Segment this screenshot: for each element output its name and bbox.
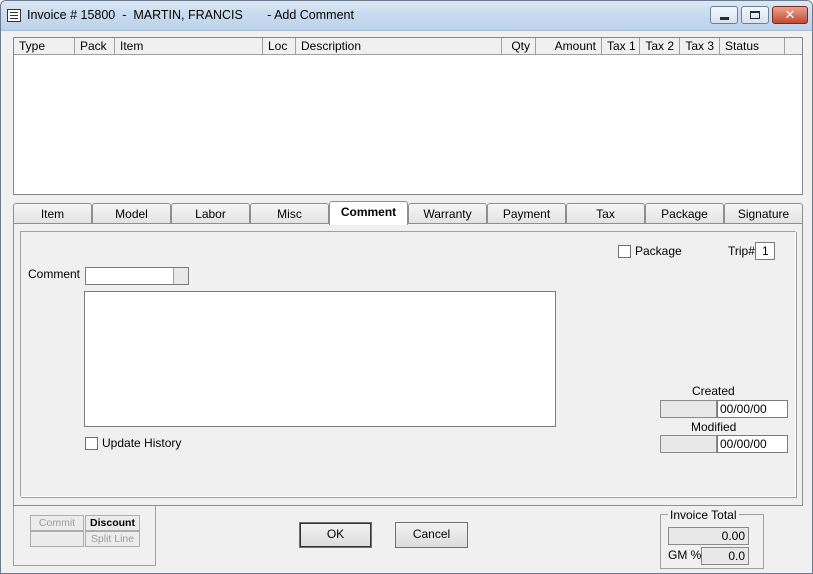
title-bar[interactable]: Invoice # 15800 - MARTIN, FRANCIS - Add … [1,1,812,31]
tab-item[interactable]: Item [13,203,92,224]
trip-number-field[interactable]: 1 [755,242,775,260]
comment-text-area[interactable] [84,291,556,427]
app-icon[interactable] [7,9,21,22]
column-header-tax1[interactable]: Tax 1 [602,38,640,55]
window-title: Invoice # 15800 - MARTIN, FRANCIS - Add … [27,8,354,22]
close-button[interactable]: ✕ [772,6,808,24]
created-label: Created [692,384,735,398]
column-header-description[interactable]: Description [296,38,502,55]
column-header-filler [785,38,802,55]
tab-labor[interactable]: Labor [171,203,250,224]
column-header-tax2[interactable]: Tax 2 [640,38,680,55]
tab-tax[interactable]: Tax [566,203,645,224]
gm-percent-label: GM % [668,548,702,562]
comment-label: Comment [28,267,81,281]
modified-label: Modified [691,420,737,434]
minimize-button[interactable] [710,6,738,24]
gm-percent-value: 0.0 [701,547,749,565]
grid-header: Type Pack Item Loc Description Qty Amoun… [14,38,802,55]
tab-package[interactable]: Package [645,203,724,224]
update-history-label: Update History [102,436,182,450]
update-history-checkbox[interactable] [85,437,98,450]
column-header-qty[interactable]: Qty [502,38,536,55]
modified-by-field [660,435,717,453]
invoice-total-label: Invoice Total [668,508,739,522]
split-line-button[interactable]: Split Line [85,531,140,547]
created-by-field [660,400,717,418]
column-header-tax3[interactable]: Tax 3 [680,38,720,55]
close-icon: ✕ [784,7,796,23]
maximize-button[interactable] [741,6,769,24]
minimize-icon [719,16,729,20]
package-checkbox[interactable] [618,245,631,258]
column-header-type[interactable]: Type [14,38,75,55]
trip-label: Trip# [728,244,755,258]
ok-button[interactable]: OK [299,522,372,548]
cancel-button[interactable]: Cancel [395,522,468,548]
tab-warranty[interactable]: Warranty [408,203,487,224]
tab-misc[interactable]: Misc [250,203,329,224]
column-header-loc[interactable]: Loc [263,38,296,55]
column-header-status[interactable]: Status [720,38,785,55]
comment-code-dropdown[interactable] [85,267,189,285]
blank-button [30,531,84,547]
invoice-total-value: 0.00 [668,527,749,545]
column-header-amount[interactable]: Amount [536,38,602,55]
tab-signature[interactable]: Signature [724,203,803,224]
line-items-grid[interactable]: Type Pack Item Loc Description Qty Amoun… [13,37,803,195]
discount-button[interactable]: Discount [85,515,140,531]
column-header-item[interactable]: Item [115,38,263,55]
dropdown-button[interactable] [173,268,188,284]
maximize-icon [750,11,760,19]
created-date-field[interactable]: 00/00/00 [717,400,788,418]
invoice-window: Invoice # 15800 - MARTIN, FRANCIS - Add … [0,0,813,574]
modified-date-field[interactable]: 00/00/00 [717,435,788,453]
tab-payment[interactable]: Payment [487,203,566,224]
tab-model[interactable]: Model [92,203,171,224]
commit-button[interactable]: Commit [30,515,84,531]
column-header-pack[interactable]: Pack [75,38,115,55]
package-label: Package [635,244,682,258]
tab-comment[interactable]: Comment [329,201,408,225]
